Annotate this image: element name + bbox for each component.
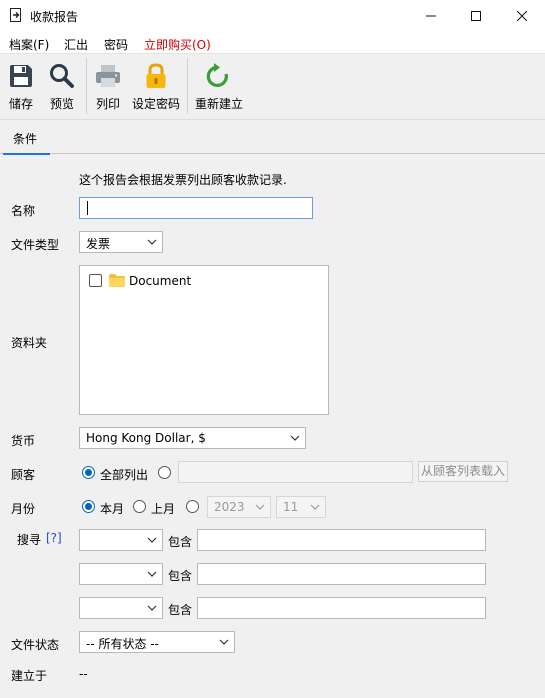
search-op-label: 包含	[168, 535, 193, 549]
maximize-icon	[471, 10, 481, 21]
custom-month-radio[interactable]	[186, 500, 199, 513]
customer-label: 顾客	[11, 468, 36, 482]
export-document-icon	[10, 8, 21, 22]
printer-icon	[96, 65, 120, 87]
rebuild-label: 重新建立	[194, 97, 243, 111]
chevron-down-icon	[147, 571, 157, 577]
search-icon	[50, 64, 74, 88]
menu-buy-now[interactable]: 立即购买(O)	[144, 36, 211, 53]
print-label: 列印	[95, 97, 120, 111]
chevron-down-icon	[147, 605, 157, 611]
customer-input[interactable]	[178, 461, 413, 483]
currency-select[interactable]: Hong Kong Dollar, $	[79, 427, 306, 449]
month-select[interactable]: 11	[276, 496, 326, 518]
name-label: 名称	[11, 204, 36, 218]
this-month-label: 本月	[100, 502, 125, 516]
tab-criteria[interactable]: 条件	[3, 120, 50, 155]
print-button[interactable]: 列印	[91, 54, 125, 120]
menu-file[interactable]: 档案(F)	[9, 36, 49, 53]
folder-checkbox[interactable]	[89, 274, 102, 287]
window-title: 收款报告	[30, 10, 79, 24]
doc-type-select[interactable]: 发票	[79, 231, 163, 253]
save-button[interactable]: 储存	[4, 54, 38, 120]
last-month-radio[interactable]	[133, 500, 146, 513]
save-label: 储存	[8, 97, 33, 111]
refresh-icon	[206, 63, 228, 87]
search-value-input[interactable]	[197, 563, 486, 585]
doc-status-label: 文件状态	[11, 638, 60, 652]
search-value-input[interactable]	[197, 529, 486, 551]
menu-export[interactable]: 汇出	[64, 36, 88, 53]
doc-status-select[interactable]: -- 所有状态 --	[79, 631, 235, 653]
report-description: 这个报告会根据发票列出顾客收款记录.	[79, 173, 287, 187]
tab-criteria-label: 条件	[13, 132, 38, 146]
preview-button[interactable]: 预览	[45, 54, 79, 120]
name-input[interactable]	[79, 197, 313, 219]
year-select[interactable]: 2023	[207, 496, 271, 518]
search-field-select[interactable]	[79, 529, 163, 551]
chevron-down-icon	[255, 504, 265, 510]
set-password-label: 设定密码	[131, 97, 180, 111]
save-icon	[10, 65, 32, 87]
folder-list[interactable]: Document	[79, 265, 329, 415]
rebuild-button[interactable]: 重新建立	[193, 54, 245, 120]
created-on-value: --	[79, 667, 88, 681]
toolbar-separator	[187, 58, 188, 114]
year-value: 2023	[214, 500, 245, 514]
chevron-down-icon	[219, 639, 229, 645]
customer-all-label: 全部列出	[100, 468, 149, 482]
tab-strip: 条件	[0, 120, 545, 155]
load-from-customer-list-button[interactable]: 从顾客列表载入	[418, 461, 508, 482]
minimize-button[interactable]	[408, 0, 454, 31]
currency-label: 货币	[11, 434, 36, 448]
customer-all-radio[interactable]	[82, 466, 95, 479]
minimize-icon	[426, 15, 436, 16]
menu-password[interactable]: 密码	[104, 36, 128, 53]
currency-value: Hong Kong Dollar, $	[86, 431, 206, 445]
this-month-radio[interactable]	[82, 500, 95, 513]
month-value: 11	[283, 500, 299, 514]
preview-label: 预览	[49, 97, 74, 111]
search-value-input[interactable]	[197, 597, 486, 619]
chevron-down-icon	[147, 537, 157, 543]
toolbar: 储存 预览 列印 设定密码 重新建立	[0, 54, 545, 120]
search-help-link[interactable]: [?]	[46, 531, 62, 545]
doc-status-value: -- 所有状态 --	[86, 637, 159, 651]
close-button[interactable]	[499, 0, 545, 31]
chevron-down-icon	[147, 239, 157, 245]
title-bar: 收款报告	[0, 0, 545, 31]
set-password-button[interactable]: 设定密码	[130, 54, 182, 120]
last-month-label: 上月	[151, 502, 176, 516]
close-icon	[517, 10, 527, 21]
toolbar-separator	[86, 58, 87, 114]
customer-specific-radio[interactable]	[158, 466, 171, 479]
month-label: 月份	[11, 502, 36, 516]
search-op-label: 包含	[168, 603, 193, 617]
chevron-down-icon	[310, 504, 320, 510]
search-op-label: 包含	[168, 569, 193, 583]
folder-name: Document	[129, 274, 192, 288]
tab-active-indicator	[3, 153, 50, 155]
doc-type-label: 文件类型	[11, 238, 60, 252]
search-field-select[interactable]	[79, 563, 163, 585]
folder-label: 资料夹	[11, 336, 48, 350]
search-label: 搜寻	[17, 533, 42, 547]
text-caret	[87, 201, 88, 215]
folder-icon	[109, 274, 125, 287]
maximize-button[interactable]	[453, 0, 499, 31]
search-field-select[interactable]	[79, 597, 163, 619]
menu-bar: 档案(F) 汇出 密码 立即购买(O)	[0, 31, 545, 54]
lock-icon	[146, 63, 166, 88]
doc-type-value: 发票	[86, 237, 111, 251]
chevron-down-icon	[290, 435, 300, 441]
created-on-label: 建立于	[11, 669, 48, 683]
